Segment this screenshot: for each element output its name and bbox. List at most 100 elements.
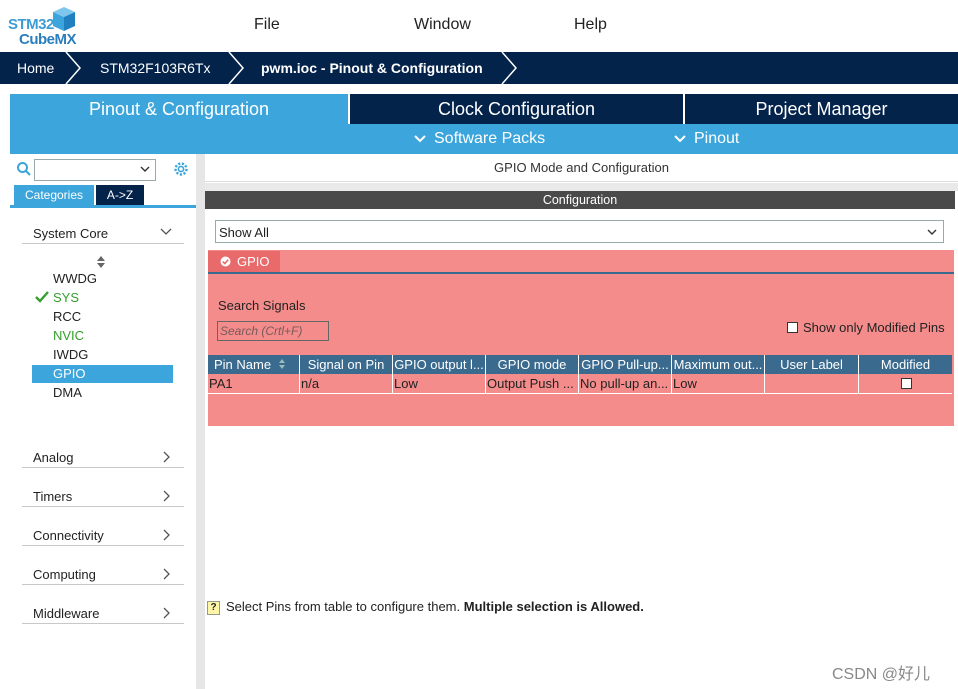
sidebar-item-sys[interactable]: SYS bbox=[32, 289, 173, 307]
column-pin-name[interactable]: Pin Name bbox=[208, 355, 300, 374]
configuration-bar: Configuration bbox=[205, 191, 955, 209]
chevron-right-icon bbox=[163, 490, 170, 502]
tab-a-z[interactable]: A->Z bbox=[96, 185, 144, 205]
sidebar-item-sys-label: SYS bbox=[53, 290, 80, 305]
chevron-down-icon bbox=[414, 135, 426, 143]
section-middleware-label: Middleware bbox=[33, 606, 100, 621]
cell-pull[interactable]: No pull-up an... bbox=[579, 374, 672, 394]
panel-title: GPIO Mode and Configuration bbox=[205, 154, 958, 182]
sidebar-item-iwdg[interactable]: IWDG bbox=[32, 346, 173, 364]
tab-project-manager[interactable]: Project Manager bbox=[685, 94, 958, 124]
tab-pinout-configuration[interactable]: Pinout & Configuration bbox=[10, 94, 348, 124]
search-icon[interactable] bbox=[16, 161, 32, 177]
tab-categories[interactable]: Categories bbox=[14, 185, 94, 205]
tab-underline bbox=[208, 272, 954, 274]
sidebar-search-bar bbox=[10, 156, 196, 182]
main-tabs: Pinout & Configuration Clock Configurati… bbox=[10, 94, 958, 124]
column-maximum-output-speed[interactable]: Maximum out... bbox=[672, 355, 765, 374]
sort-icon bbox=[278, 359, 285, 369]
section-connectivity-label: Connectivity bbox=[33, 528, 104, 543]
menu-window[interactable]: Window bbox=[414, 16, 471, 34]
breadcrumb-chevron-icon bbox=[501, 52, 517, 84]
menu-file[interactable]: File bbox=[254, 16, 280, 34]
section-middleware[interactable]: Middleware bbox=[22, 602, 184, 624]
gear-icon[interactable] bbox=[172, 160, 190, 178]
check-circle-icon bbox=[220, 256, 231, 267]
sidebar-search-combo[interactable] bbox=[34, 159, 156, 181]
stm32cubemx-logo: STM32 CubeMX bbox=[8, 6, 80, 48]
column-pin-name-label: Pin Name bbox=[214, 357, 272, 372]
sidebar-item-nvic[interactable]: NVIC bbox=[32, 327, 173, 345]
breadcrumb-home[interactable]: Home bbox=[17, 52, 54, 84]
cell-user-label[interactable] bbox=[765, 374, 859, 394]
cell-gpio-mode[interactable]: Output Push ... bbox=[486, 374, 579, 394]
software-packs-label: Software Packs bbox=[434, 130, 546, 147]
chevron-down-icon bbox=[927, 229, 937, 235]
chevron-right-icon bbox=[163, 568, 170, 580]
section-computing[interactable]: Computing bbox=[22, 563, 184, 585]
breadcrumb-device[interactable]: STM32F103R6Tx bbox=[100, 52, 210, 84]
checkbox-box[interactable] bbox=[787, 322, 798, 333]
modified-checkbox[interactable] bbox=[900, 378, 912, 389]
chevron-down-icon bbox=[160, 228, 172, 235]
selection-hint: ? Select Pins from table to configure the… bbox=[207, 599, 644, 615]
chevron-right-icon bbox=[163, 451, 170, 463]
breadcrumb: Home STM32F103R6Tx pwm.ioc - Pinout & Co… bbox=[0, 52, 958, 84]
breadcrumb-chevron-icon bbox=[65, 52, 81, 84]
chevron-down-icon bbox=[674, 135, 686, 143]
column-signal-on-pin[interactable]: Signal on Pin bbox=[300, 355, 393, 374]
hint-bold-text: Multiple selection is Allowed. bbox=[463, 599, 644, 614]
section-analog-label: Analog bbox=[33, 450, 74, 465]
column-modified[interactable]: Modified bbox=[859, 355, 952, 374]
sidebar-item-wwdg[interactable]: WWDG bbox=[32, 270, 173, 288]
cell-signal[interactable]: n/a bbox=[300, 374, 393, 394]
left-panel: Categories A->Z System Core WWDG SYS RCC… bbox=[10, 154, 196, 689]
chevron-down-icon bbox=[140, 166, 150, 172]
section-system-core[interactable]: System Core bbox=[22, 222, 184, 244]
tab-gpio[interactable]: GPIO bbox=[208, 251, 280, 272]
help-icon: ? bbox=[207, 601, 220, 615]
chevron-right-icon bbox=[163, 529, 170, 541]
watermark: CSDN @好儿 bbox=[832, 666, 931, 683]
panel-splitter[interactable] bbox=[196, 154, 205, 689]
pinout-menu-label: Pinout bbox=[694, 130, 740, 147]
logo-text-cubemx: CubeMX bbox=[19, 31, 77, 48]
tab-gpio-label: GPIO bbox=[237, 254, 270, 269]
search-signals-input[interactable] bbox=[217, 321, 329, 341]
sidebar-item-gpio[interactable]: GPIO bbox=[32, 365, 173, 383]
table-header: Pin Name Signal on Pin GPIO output l... … bbox=[208, 355, 952, 374]
section-system-core-label: System Core bbox=[33, 226, 109, 241]
section-connectivity[interactable]: Connectivity bbox=[22, 524, 184, 546]
column-user-label[interactable]: User Label bbox=[765, 355, 859, 374]
column-gpio-output-level[interactable]: GPIO output l... bbox=[393, 355, 486, 374]
show-modified-checkbox[interactable]: Show only Modified Pins bbox=[787, 320, 945, 335]
cell-modified[interactable] bbox=[859, 374, 952, 394]
sidebar-item-dma[interactable]: DMA bbox=[32, 384, 173, 402]
sub-tabs: Software Packs Pinout bbox=[10, 124, 958, 154]
column-gpio-pull[interactable]: GPIO Pull-up... bbox=[579, 355, 672, 374]
category-tabs-underline bbox=[10, 205, 196, 208]
software-packs-menu[interactable]: Software Packs bbox=[414, 124, 545, 154]
search-signals-label: Search Signals bbox=[218, 298, 306, 313]
menu-help[interactable]: Help bbox=[574, 16, 607, 34]
check-icon bbox=[35, 291, 49, 303]
tab-clock-configuration[interactable]: Clock Configuration bbox=[350, 94, 683, 124]
column-gpio-mode[interactable]: GPIO mode bbox=[486, 355, 579, 374]
divider bbox=[205, 183, 958, 191]
section-analog[interactable]: Analog bbox=[22, 446, 184, 468]
cell-pin-name[interactable]: PA1 bbox=[208, 374, 300, 394]
breadcrumb-chevron-icon bbox=[228, 52, 244, 84]
cube-icon bbox=[53, 7, 75, 31]
filter-dropdown-value: Show All bbox=[219, 225, 269, 240]
sidebar-item-rcc[interactable]: RCC bbox=[32, 308, 173, 326]
breadcrumb-current[interactable]: pwm.ioc - Pinout & Configuration bbox=[261, 52, 483, 84]
pinout-menu[interactable]: Pinout bbox=[674, 124, 739, 154]
show-modified-label: Show only Modified Pins bbox=[803, 320, 945, 335]
section-timers[interactable]: Timers bbox=[22, 485, 184, 507]
filter-dropdown[interactable]: Show All bbox=[215, 220, 944, 243]
table-row[interactable]: PA1 n/a Low Output Push ... No pull-up a… bbox=[208, 374, 952, 394]
section-timers-label: Timers bbox=[33, 489, 73, 504]
cell-output-level[interactable]: Low bbox=[393, 374, 486, 394]
sort-icon[interactable] bbox=[96, 256, 106, 268]
cell-max-speed[interactable]: Low bbox=[672, 374, 765, 394]
